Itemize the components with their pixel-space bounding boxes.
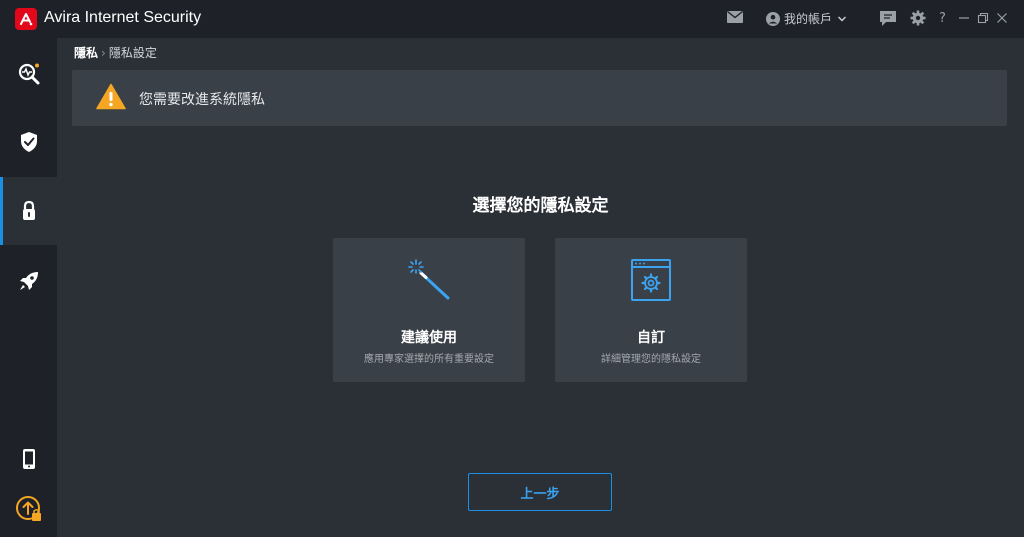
close-icon[interactable]: [996, 12, 1008, 24]
sidebar-item-scan[interactable]: [0, 40, 57, 108]
recommended-option-card[interactable]: 建議使用 應用專家選擇的所有重要設定: [333, 238, 525, 382]
custom-option-card[interactable]: 自訂 詳細管理您的隱私設定: [555, 238, 747, 382]
chevron-down-icon: [837, 15, 847, 22]
user-icon: [766, 11, 780, 26]
page-title: 選擇您的隱私設定: [472, 196, 609, 216]
sidebar: [0, 38, 57, 537]
breadcrumb-separator: ›: [101, 46, 106, 60]
warning-banner: 您需要改進系統隱私: [72, 70, 1007, 126]
feedback-icon[interactable]: [879, 10, 897, 27]
sidebar-item-upgrade[interactable]: [0, 475, 57, 537]
scan-pulse-icon: [18, 63, 39, 85]
breadcrumb-current: 隱私設定: [108, 46, 157, 60]
warning-icon: [96, 83, 126, 114]
gear-icon[interactable]: [910, 10, 926, 26]
mail-icon[interactable]: [726, 10, 744, 24]
title-bar: Avira Internet Security 我的帳戶 ?: [0, 0, 1024, 38]
custom-option-description: 詳細管理您的隱私設定: [601, 354, 701, 365]
settings-window-icon: [555, 258, 747, 302]
back-button[interactable]: 上一步: [468, 473, 612, 511]
account-menu[interactable]: 我的帳戶: [766, 10, 847, 27]
mobile-phone-icon: [22, 449, 35, 469]
sidebar-item-performance[interactable]: [0, 247, 57, 315]
sidebar-item-protection[interactable]: [0, 108, 57, 176]
recommended-option-title: 建議使用: [401, 330, 457, 346]
recommended-option-description: 應用專家選擇的所有重要設定: [364, 354, 494, 365]
custom-option-title: 自訂: [637, 330, 665, 346]
breadcrumb: 隱私 › 隱私設定: [74, 44, 157, 61]
help-button[interactable]: ?: [939, 11, 946, 26]
app-title: Avira Internet Security: [44, 9, 202, 26]
avira-logo-icon: [15, 8, 37, 30]
minimize-icon[interactable]: [958, 12, 970, 24]
magic-wand-icon: [333, 258, 525, 304]
breadcrumb-root[interactable]: 隱私: [74, 46, 98, 60]
restore-icon[interactable]: [977, 12, 989, 24]
account-label: 我的帳戶: [784, 12, 833, 26]
rocket-icon: [19, 272, 38, 290]
upgrade-icon: [15, 496, 41, 521]
banner-message: 您需要改進系統隱私: [139, 92, 265, 108]
shield-check-icon: [20, 132, 37, 152]
